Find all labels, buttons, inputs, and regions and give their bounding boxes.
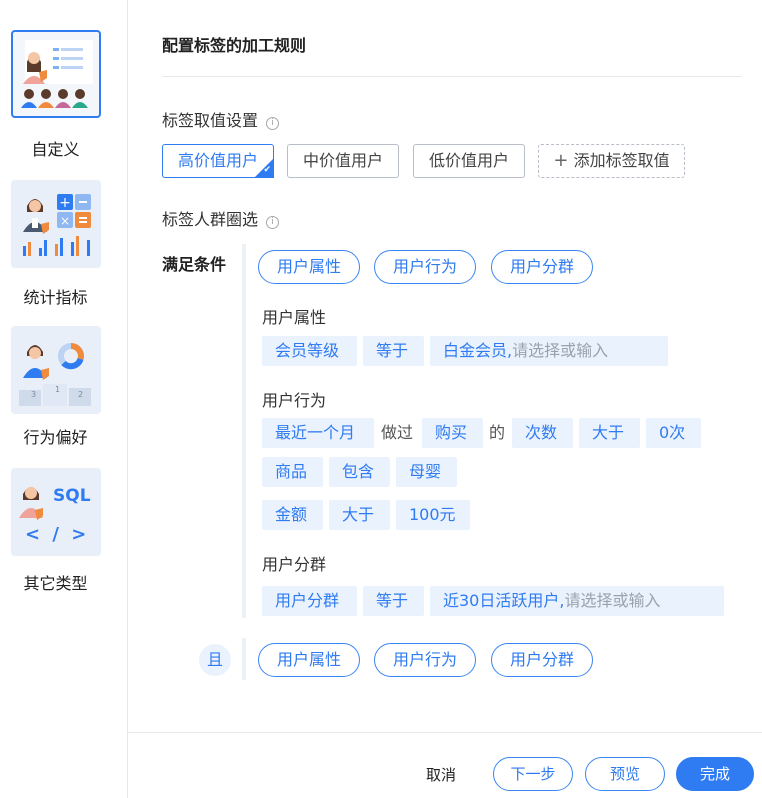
title-divider — [162, 76, 742, 77]
and-add-segment-pill[interactable]: 用户分群 — [491, 643, 593, 677]
behavior-did-text: 做过 — [381, 423, 414, 442]
attribute-value-input[interactable]: 白金会员,请选择或输入 — [430, 336, 668, 366]
add-attribute-pill[interactable]: 用户属性 — [258, 250, 360, 284]
preview-button[interactable]: 预览 — [585, 757, 665, 791]
check-icon: ✔ — [263, 165, 271, 175]
behavior-type-label: 行为偏好 — [23, 428, 88, 447]
tag-value-low[interactable]: 低价值用户 — [413, 144, 525, 178]
behavior-type-card[interactable]: 3 1 2 — [11, 326, 101, 414]
segment-field-select[interactable]: 用户分群 — [262, 586, 357, 616]
code-brackets-icon: < / > — [25, 524, 90, 545]
other-type-card[interactable]: SQL < / > — [11, 468, 101, 556]
statistics-illustration-icon: + × — [23, 194, 91, 256]
amount-field-select[interactable]: 金额 — [262, 500, 323, 530]
segment-value-placeholder: 请选择或输入 — [564, 591, 661, 610]
attribute-value-text: 白金会员, — [443, 341, 513, 360]
value-section-title-text: 标签取值设置 — [162, 111, 259, 130]
behavior-illustration-icon — [19, 343, 91, 406]
tag-value-medium[interactable]: 中价值用户 — [287, 144, 399, 178]
behavior-group-title: 用户行为 — [262, 391, 327, 410]
plus-icon: + — [553, 150, 569, 171]
other-type-label: 其它类型 — [23, 574, 88, 593]
product-operator-select[interactable]: 包含 — [329, 457, 390, 487]
and-group-bar — [242, 638, 246, 680]
behavior-metric-select[interactable]: 次数 — [512, 418, 573, 448]
finish-button[interactable]: 完成 — [676, 757, 754, 791]
podium-rank-second: 2 — [78, 390, 84, 399]
behavior-action-select[interactable]: 购买 — [422, 418, 483, 448]
rule-config-panel: 配置标签的加工规则 标签取值设置 i 高价值用户 ✔ 中价值用户 低价值用户 + … — [128, 0, 762, 798]
sql-text-icon: SQL — [53, 486, 91, 506]
svg-text:×: × — [60, 214, 70, 228]
custom-type-card[interactable] — [11, 30, 101, 118]
podium-rank-first: 1 — [55, 385, 61, 394]
statistics-type-label: 统计指标 — [23, 288, 88, 307]
podium-rank-third: 3 — [31, 390, 37, 399]
attribute-group-title: 用户属性 — [262, 308, 327, 327]
and-add-attribute-pill[interactable]: 用户属性 — [258, 643, 360, 677]
add-tag-value-label: 添加标签取值 — [573, 151, 670, 170]
segment-value-input[interactable]: 近30日活跃用户,请选择或输入 — [430, 586, 724, 616]
and-add-behavior-pill[interactable]: 用户行为 — [374, 643, 476, 677]
custom-type-label: 自定义 — [31, 140, 80, 159]
amount-value-input[interactable]: 100元 — [396, 500, 470, 530]
attribute-operator-select[interactable]: 等于 — [363, 336, 424, 366]
behavior-compare-select[interactable]: 大于 — [579, 418, 640, 448]
next-step-button[interactable]: 下一步 — [493, 757, 573, 791]
segment-group-title: 用户分群 — [262, 555, 327, 574]
rule-type-sidebar: 自定义 + × 统计指标 3 1 2 行为偏好 SQL < / > 其它类型 — [0, 0, 128, 798]
page-title: 配置标签的加工规则 — [162, 36, 307, 55]
segment-operator-select[interactable]: 等于 — [363, 586, 424, 616]
condition-label: 满足条件 — [162, 255, 227, 274]
product-value-input[interactable]: 母婴 — [396, 457, 457, 487]
svg-text:+: + — [59, 195, 71, 211]
value-section-title: 标签取值设置 i — [162, 107, 280, 131]
segment-value-text: 近30日活跃用户, — [443, 591, 565, 610]
add-behavior-pill[interactable]: 用户行为 — [374, 250, 476, 284]
cancel-button[interactable]: 取消 — [426, 764, 456, 785]
footer-bar: 取消 下一步 预览 完成 — [128, 732, 762, 798]
behavior-count-input[interactable]: 0次 — [646, 418, 701, 448]
product-field-select[interactable]: 商品 — [262, 457, 323, 487]
condition-group-bar — [242, 244, 246, 618]
info-circle-icon[interactable]: i — [266, 216, 280, 229]
tag-value-high[interactable]: 高价值用户 ✔ — [162, 144, 274, 178]
add-segment-pill[interactable]: 用户分群 — [491, 250, 593, 284]
add-tag-value-button[interactable]: + 添加标签取值 — [538, 144, 685, 178]
custom-illustration-icon — [21, 40, 93, 108]
statistics-type-card[interactable]: + × — [11, 180, 101, 268]
attribute-field-select[interactable]: 会员等级 — [262, 336, 357, 366]
behavior-of-text: 的 — [489, 423, 506, 442]
crowd-section-title-text: 标签人群圈选 — [162, 210, 259, 229]
behavior-time-select[interactable]: 最近一个月 — [262, 418, 374, 448]
crowd-section-title: 标签人群圈选 i — [162, 206, 280, 230]
attribute-value-placeholder: 请选择或输入 — [512, 341, 609, 360]
and-connector[interactable]: 且 — [199, 644, 231, 676]
tag-value-high-label: 高价值用户 — [177, 151, 258, 170]
amount-operator-select[interactable]: 大于 — [329, 500, 390, 530]
info-circle-icon[interactable]: i — [266, 117, 280, 130]
